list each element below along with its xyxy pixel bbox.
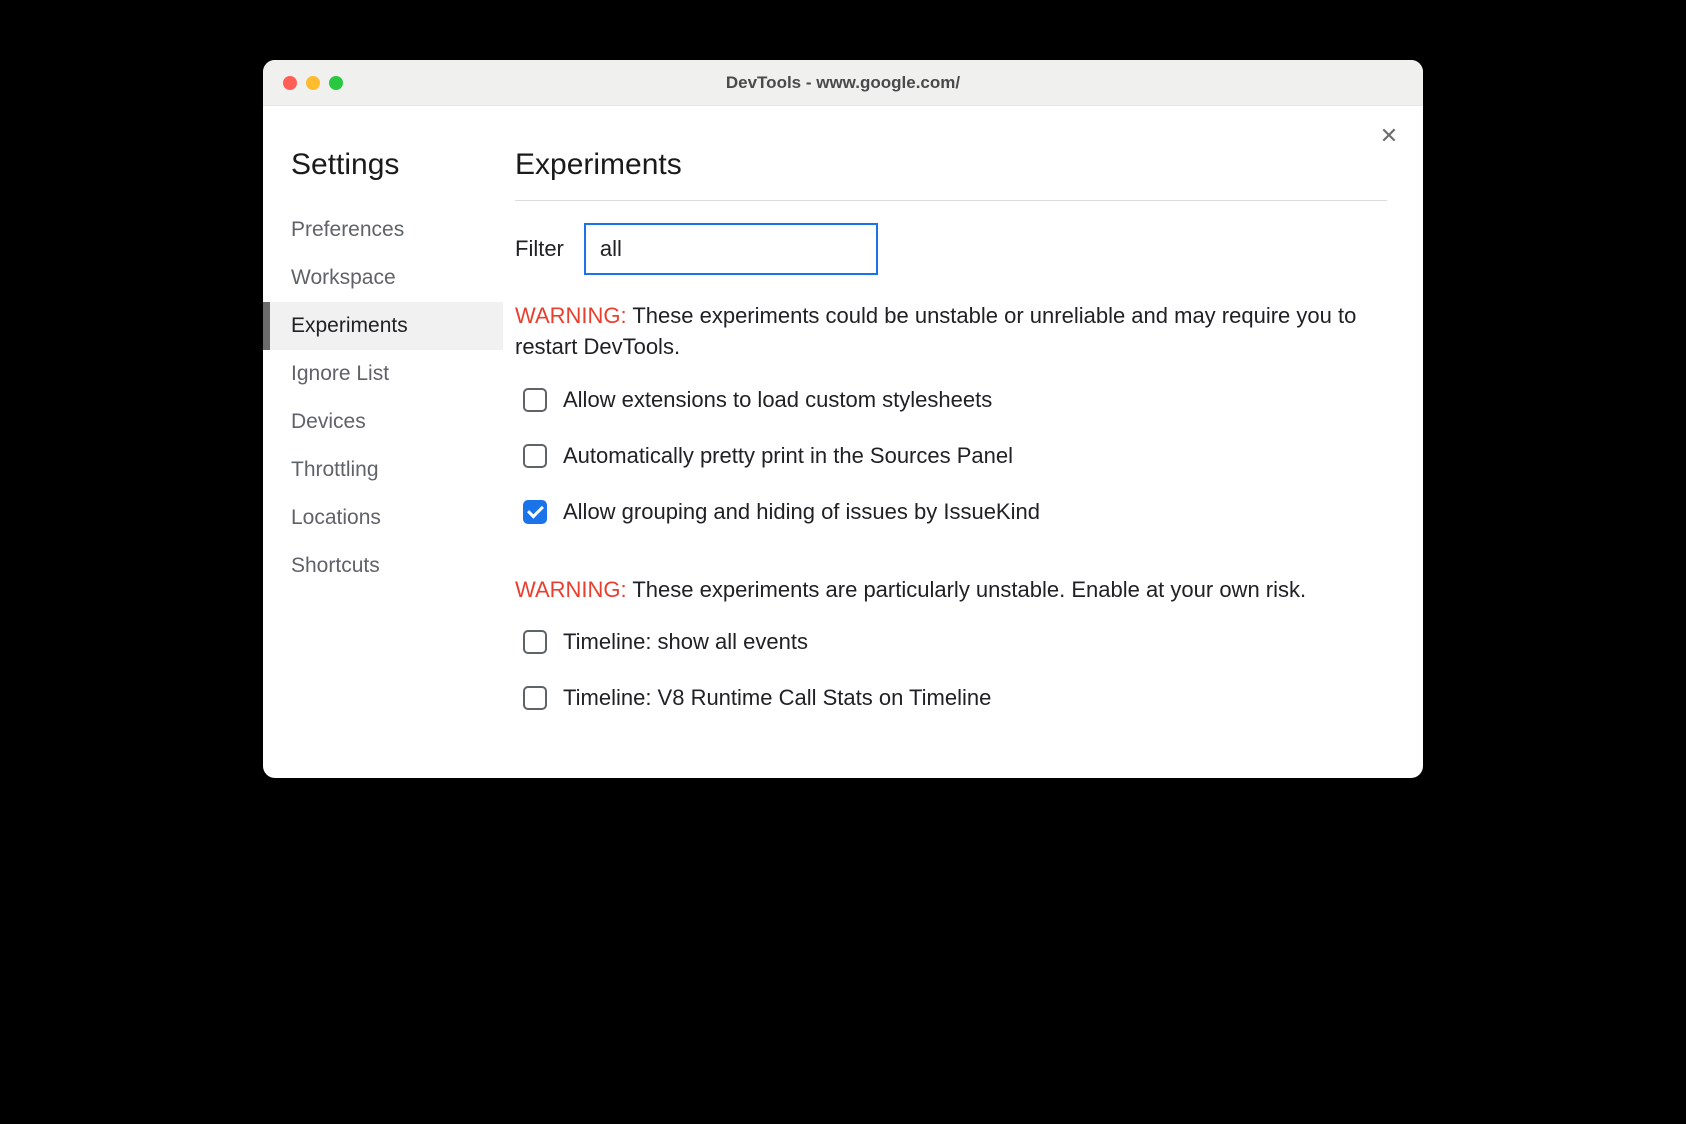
warning-prefix: WARNING: bbox=[515, 303, 627, 328]
experiment-checkbox[interactable] bbox=[523, 500, 547, 524]
experiment-row: Allow grouping and hiding of issues by I… bbox=[515, 499, 1387, 525]
experiment-label: Allow extensions to load custom styleshe… bbox=[563, 387, 992, 413]
experiment-row: Automatically pretty print in the Source… bbox=[515, 443, 1387, 469]
sidebar-item-label: Throttling bbox=[291, 458, 379, 481]
experiment-label: Timeline: V8 Runtime Call Stats on Timel… bbox=[563, 685, 991, 711]
filter-row: Filter bbox=[515, 223, 1387, 275]
experiment-row: Timeline: V8 Runtime Call Stats on Timel… bbox=[515, 685, 1387, 711]
sidebar-item-locations[interactable]: Locations bbox=[263, 494, 503, 542]
sidebar-item-experiments[interactable]: Experiments bbox=[263, 302, 503, 350]
experiment-checkbox[interactable] bbox=[523, 686, 547, 710]
experiment-checkbox[interactable] bbox=[523, 444, 547, 468]
sidebar-title: Settings bbox=[263, 148, 503, 182]
experiment-checkbox[interactable] bbox=[523, 630, 547, 654]
sidebar-item-label: Preferences bbox=[291, 218, 404, 241]
titlebar: DevTools - www.google.com/ bbox=[263, 60, 1423, 106]
sidebar-item-ignore-list[interactable]: Ignore List bbox=[263, 350, 503, 398]
sidebar-item-label: Devices bbox=[291, 410, 366, 433]
warning-prefix: WARNING: bbox=[515, 577, 627, 602]
sidebar-item-preferences[interactable]: Preferences bbox=[263, 206, 503, 254]
page-title: Experiments bbox=[515, 148, 1387, 182]
filter-label: Filter bbox=[515, 236, 564, 262]
content-area: ✕ Settings Preferences Workspace Experim… bbox=[263, 106, 1423, 778]
close-icon[interactable]: ✕ bbox=[1379, 126, 1399, 146]
experiment-label: Timeline: show all events bbox=[563, 629, 808, 655]
warning-message: WARNING: These experiments could be unst… bbox=[515, 301, 1387, 363]
warning-text: These experiments are particularly unsta… bbox=[627, 577, 1307, 602]
sidebar-item-shortcuts[interactable]: Shortcuts bbox=[263, 542, 503, 590]
experiment-label: Allow grouping and hiding of issues by I… bbox=[563, 499, 1040, 525]
experiment-row: Allow extensions to load custom styleshe… bbox=[515, 387, 1387, 413]
sidebar-item-label: Experiments bbox=[291, 314, 408, 337]
sidebar-item-workspace[interactable]: Workspace bbox=[263, 254, 503, 302]
warning-message: WARNING: These experiments are particula… bbox=[515, 575, 1387, 606]
devtools-window: DevTools - www.google.com/ ✕ Settings Pr… bbox=[263, 60, 1423, 778]
sidebar-item-label: Locations bbox=[291, 506, 381, 529]
sidebar-item-devices[interactable]: Devices bbox=[263, 398, 503, 446]
main-panel: Experiments Filter WARNING: These experi… bbox=[503, 106, 1423, 778]
minimize-window-button[interactable] bbox=[306, 76, 320, 90]
experiment-label: Automatically pretty print in the Source… bbox=[563, 443, 1013, 469]
sidebar-item-throttling[interactable]: Throttling bbox=[263, 446, 503, 494]
sidebar-item-label: Workspace bbox=[291, 266, 396, 289]
filter-input[interactable] bbox=[584, 223, 878, 275]
settings-sidebar: Settings Preferences Workspace Experimen… bbox=[263, 106, 503, 778]
experiment-checkbox[interactable] bbox=[523, 388, 547, 412]
window-title: DevTools - www.google.com/ bbox=[263, 73, 1423, 93]
traffic-lights bbox=[283, 76, 343, 90]
divider bbox=[515, 200, 1387, 201]
warning-text: These experiments could be unstable or u… bbox=[515, 303, 1356, 359]
sidebar-item-label: Shortcuts bbox=[291, 554, 380, 577]
sidebar-item-label: Ignore List bbox=[291, 362, 389, 385]
experiment-row: Timeline: show all events bbox=[515, 629, 1387, 655]
close-window-button[interactable] bbox=[283, 76, 297, 90]
maximize-window-button[interactable] bbox=[329, 76, 343, 90]
